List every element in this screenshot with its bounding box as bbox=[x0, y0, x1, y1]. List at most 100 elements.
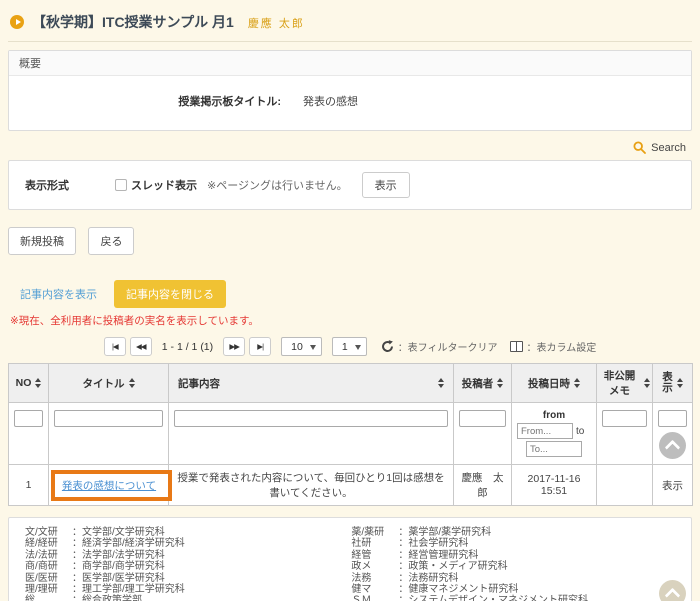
legend-abbr: 医/医研 bbox=[25, 573, 72, 584]
legend-item: 医/医研：医学部/医学研究科 bbox=[25, 573, 351, 584]
filter-clear-button[interactable] bbox=[381, 340, 394, 353]
header-memo-label: 非公開メモ bbox=[599, 368, 640, 398]
legend-abbr: 総 bbox=[25, 595, 72, 601]
legend-item: 文/文研：文学部/文学研究科 bbox=[25, 527, 351, 538]
legend-desc: ：経営管理研究科 bbox=[398, 550, 478, 561]
scroll-to-top-button-bottom[interactable] bbox=[659, 580, 686, 601]
header-title-label: タイトル bbox=[83, 376, 125, 391]
cell-content: 授業で発表された内容について、毎回ひとり1回は感想を書いてください。 bbox=[169, 465, 454, 506]
page-number-select[interactable]: 1 bbox=[332, 337, 367, 356]
legend-desc: ：薬学部/薬学研究科 bbox=[398, 527, 491, 538]
thread-display-label: スレッド表示 bbox=[131, 177, 197, 193]
header-author-label: 投稿者 bbox=[462, 376, 494, 391]
header-memo[interactable]: 非公開メモ bbox=[597, 364, 653, 403]
display-format-label: 表示形式 bbox=[25, 177, 115, 193]
filter-no-input[interactable] bbox=[14, 410, 43, 427]
header-author[interactable]: 投稿者 bbox=[454, 364, 512, 403]
legend-item: 社研：社会学研究科 bbox=[351, 538, 677, 549]
legend-abbr: 社研 bbox=[351, 538, 398, 549]
filter-display-input[interactable] bbox=[658, 410, 687, 427]
scroll-to-top-button[interactable] bbox=[659, 432, 686, 459]
page-title: 【秋学期】ITC授業サンプル 月1 bbox=[32, 12, 234, 32]
header-no[interactable]: NO bbox=[9, 364, 49, 403]
legend-desc: ：医学部/医学研究科 bbox=[72, 573, 165, 584]
header-divider bbox=[8, 41, 692, 42]
filter-clear-label: ：表フィルタークリア bbox=[398, 339, 498, 354]
prev-page-button[interactable]: ◀◀ bbox=[130, 337, 152, 356]
legend-desc: ：総合政策学部 bbox=[72, 595, 142, 601]
tab-show-article-content[interactable]: 記事内容を表示 bbox=[8, 280, 109, 308]
legend-item: 法/法研：法学部/法学研究科 bbox=[25, 550, 351, 561]
next-page-button[interactable]: ▶▶ bbox=[223, 337, 245, 356]
cell-title: 発表の感想について bbox=[49, 465, 169, 506]
legend-desc: ：政策・メディア研究科 bbox=[398, 561, 507, 572]
filter-memo-input[interactable] bbox=[602, 410, 647, 427]
filter-content-input[interactable] bbox=[174, 410, 448, 427]
header-posted[interactable]: 投稿日時 bbox=[512, 364, 597, 403]
header-display[interactable]: 表示 bbox=[653, 364, 693, 403]
legend-item: 政メ：政策・メディア研究科 bbox=[351, 561, 677, 572]
pagination-bar: |◀ ◀◀ 1 - 1 / 1 (1) ▶▶ ▶| 10 1 ：表フィルタークリ… bbox=[8, 337, 692, 356]
sort-icon bbox=[574, 378, 580, 388]
legend-abbr: 理/理研 bbox=[25, 584, 72, 595]
legend-abbr: ＳＭ bbox=[351, 595, 398, 601]
page-size-value: 10 bbox=[291, 341, 303, 353]
legend-desc: ：法学部/法学研究科 bbox=[72, 550, 165, 561]
legend-item: 商/商研：商学部/商学研究科 bbox=[25, 561, 351, 572]
table-filter-row: from to bbox=[9, 403, 693, 465]
board-title-label: 授業掲示板タイトル: bbox=[9, 93, 281, 109]
search-icon bbox=[633, 141, 646, 154]
sort-icon bbox=[677, 378, 683, 388]
legend-item: ＳＭ：システムデザイン・マネジメント研究科 bbox=[351, 595, 677, 601]
legend-right-column: 薬/薬研：薬学部/薬学研究科 社研：社会学研究科 経管：経営管理研究科 政メ：政… bbox=[351, 527, 677, 601]
header-display-label: 表示 bbox=[662, 372, 674, 394]
tab-hide-article-content[interactable]: 記事内容を閉じる bbox=[114, 280, 226, 308]
filter-posted-to-input[interactable] bbox=[526, 441, 582, 457]
legend-abbr: 商/商研 bbox=[25, 561, 72, 572]
legend-abbr: 文/文研 bbox=[25, 527, 72, 538]
back-button[interactable]: 戻る bbox=[88, 227, 134, 255]
header-no-label: NO bbox=[16, 377, 32, 389]
header-title[interactable]: タイトル bbox=[49, 364, 169, 403]
display-format-panel: 表示形式 スレッド表示 ※ページングは行いません。 表示 bbox=[8, 160, 692, 210]
thread-display-checkbox[interactable] bbox=[115, 179, 127, 191]
filter-title-input[interactable] bbox=[54, 410, 163, 427]
search-toggle[interactable]: Search bbox=[633, 141, 686, 154]
last-page-button[interactable]: ▶| bbox=[249, 337, 271, 356]
sort-icon bbox=[644, 378, 650, 388]
page: 【秋学期】ITC授業サンプル 月1 慶應 太郎 概要 授業掲示板タイトル: 発表… bbox=[0, 0, 700, 601]
realname-notice: ※現在、全利用者に投稿者の実名を表示しています。 bbox=[10, 313, 692, 328]
filter-author-input[interactable] bbox=[459, 410, 506, 427]
legend-item: 薬/薬研：薬学部/薬学研究科 bbox=[351, 527, 677, 538]
search-label: Search bbox=[651, 142, 686, 154]
page-number-value: 1 bbox=[342, 341, 348, 353]
top-action-row: 新規投稿 戻る bbox=[8, 227, 692, 255]
legend-desc: ：文学部/文学研究科 bbox=[72, 527, 165, 538]
filter-to-label: to bbox=[576, 426, 584, 437]
filter-from-label: from bbox=[517, 410, 591, 421]
refresh-icon bbox=[381, 340, 394, 353]
post-title-link[interactable]: 発表の感想について bbox=[62, 480, 156, 492]
column-settings-icon[interactable] bbox=[510, 341, 523, 352]
page-range-text: 1 - 1 / 1 (1) bbox=[156, 341, 219, 353]
legend-abbr: 政メ bbox=[351, 561, 398, 572]
legend-left-column: 文/文研：文学部/文学研究科 経/経研：経済学部/経済学研究科 法/法研：法学部… bbox=[25, 527, 351, 601]
filter-posted-group: from to bbox=[517, 410, 591, 457]
sort-icon bbox=[35, 378, 41, 388]
arrow-circle-icon[interactable] bbox=[10, 15, 24, 29]
table-row: 1 発表の感想について 授業で発表された内容について、毎回ひとり1回は感想を書い… bbox=[9, 465, 693, 506]
cell-memo bbox=[597, 465, 653, 506]
page-size-select[interactable]: 10 bbox=[281, 337, 322, 356]
first-page-button[interactable]: |◀ bbox=[104, 337, 126, 356]
header-content[interactable]: 記事内容 bbox=[169, 364, 454, 403]
column-settings-label: ：表カラム設定 bbox=[527, 339, 597, 354]
filter-posted-from-input[interactable] bbox=[517, 423, 573, 439]
sort-icon bbox=[438, 378, 444, 388]
overview-panel: 概要 授業掲示板タイトル: 発表の感想 bbox=[8, 50, 692, 131]
cell-display-link[interactable]: 表示 bbox=[653, 465, 693, 506]
legend-desc: ：健康マネジメント研究科 bbox=[398, 584, 518, 595]
content-tabs: 記事内容を表示 記事内容を閉じる bbox=[8, 280, 692, 308]
display-button[interactable]: 表示 bbox=[362, 172, 410, 198]
legend-desc: ：理工学部/理工学研究科 bbox=[72, 584, 185, 595]
new-post-button[interactable]: 新規投稿 bbox=[8, 227, 76, 255]
